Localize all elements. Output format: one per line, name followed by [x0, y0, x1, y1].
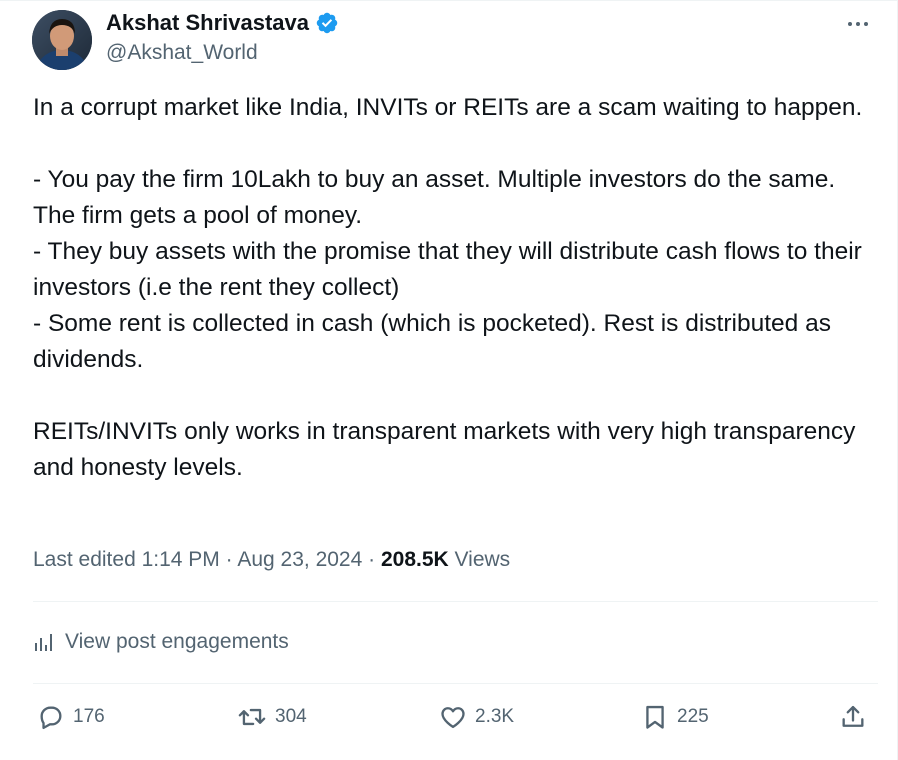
post-meta: Last edited 1:14 PM · Aug 23, 2024 · 208…: [33, 544, 510, 576]
reply-button[interactable]: 176: [37, 697, 105, 737]
more-icon: [848, 22, 868, 26]
avatar[interactable]: [32, 10, 92, 70]
edited-label[interactable]: Last edited: [33, 548, 136, 571]
engagements-chart-icon: [35, 634, 52, 651]
more-button[interactable]: [842, 10, 874, 38]
repost-icon: [238, 708, 266, 726]
post-line: - Some rent is collected in cash (which …: [33, 310, 831, 373]
post-date[interactable]: Aug 23, 2024: [237, 548, 362, 571]
share-icon: [842, 705, 864, 727]
post-line: REITs/INVITs only works in transparent m…: [33, 418, 856, 481]
bookmark-icon: [646, 705, 664, 729]
handle[interactable]: @Akshat_World: [106, 38, 339, 68]
reply-count: 176: [73, 706, 105, 727]
verified-badge-icon: [315, 11, 339, 35]
display-name[interactable]: Akshat Shrivastava: [106, 8, 309, 38]
like-count: 2.3K: [475, 706, 515, 727]
post-line: - You pay the firm 10Lakh to buy an asse…: [33, 166, 836, 229]
bookmark-button[interactable]: 225: [641, 697, 709, 737]
views-count: 208.5K: [380, 548, 449, 571]
name-row: Akshat Shrivastava: [106, 8, 339, 38]
action-bar: 176 304 2.3K 225: [33, 697, 873, 737]
divider: [33, 683, 878, 684]
views-label: Views: [454, 548, 511, 571]
post-line: - They buy assets with the promise that …: [33, 238, 862, 301]
share-button[interactable]: [839, 697, 867, 737]
like-button[interactable]: 2.3K: [439, 697, 514, 737]
like-icon: [441, 707, 465, 729]
bookmark-count: 225: [677, 706, 709, 727]
post-time[interactable]: 1:14 PM: [142, 548, 220, 571]
repost-count: 304: [275, 706, 307, 727]
divider: [33, 601, 878, 602]
engagements-label: View post engagements: [65, 630, 289, 653]
view-engagements-link[interactable]: View post engagements: [33, 624, 289, 660]
post-text: In a corrupt market like India, INVITs o…: [33, 90, 883, 486]
avatar-image: [32, 10, 92, 70]
meta-separator: ·: [225, 548, 233, 571]
repost-button[interactable]: 304: [237, 697, 307, 737]
reply-icon: [40, 706, 62, 730]
meta-separator: ·: [368, 548, 376, 571]
top-border: [0, 0, 898, 1]
post-header: Akshat Shrivastava @Akshat_World: [106, 8, 339, 68]
post-line: In a corrupt market like India, INVITs o…: [33, 94, 863, 121]
